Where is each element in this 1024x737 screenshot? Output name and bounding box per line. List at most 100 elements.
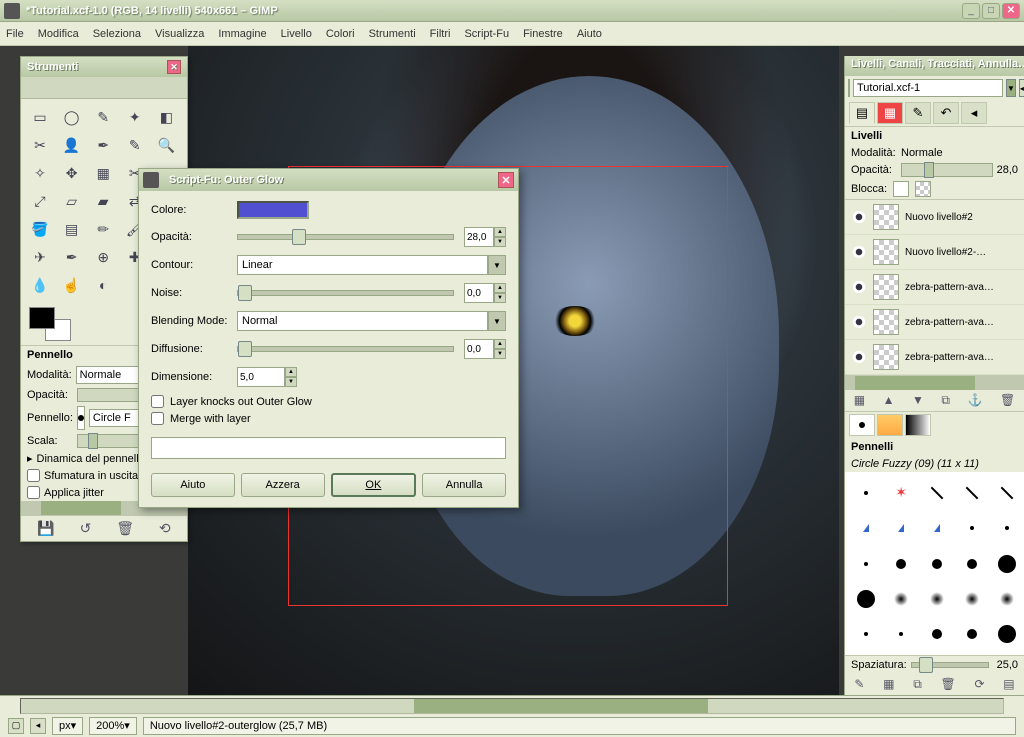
eye-icon[interactable] [851, 211, 867, 223]
smudge-tool[interactable]: ☝ [59, 273, 85, 297]
zoom-selector[interactable]: 200% ▾ [89, 717, 137, 735]
size-input[interactable] [237, 367, 285, 387]
dodge-burn-tool[interactable]: ◐ [90, 273, 116, 297]
menu-filters[interactable]: Filtri [430, 28, 451, 40]
pencil-tool[interactable]: ✏ [90, 217, 116, 241]
menu-tools[interactable]: Strumenti [369, 28, 416, 40]
blur-tool[interactable]: 💧 [27, 273, 53, 297]
brush-cell[interactable] [884, 618, 917, 651]
brush-cell[interactable] [991, 511, 1024, 544]
layer-item[interactable]: Nuovo livello#2 [845, 200, 1024, 235]
brush-cell[interactable] [955, 547, 988, 580]
gradients-tab[interactable] [905, 414, 931, 436]
zoom-tool[interactable]: 🔍 [153, 133, 179, 157]
brush-cell[interactable] [920, 547, 953, 580]
ink-tool[interactable]: ✒ [59, 245, 85, 269]
qmask-toggle[interactable]: ▢ [8, 718, 24, 734]
anchor-layer-icon[interactable]: ⚓ [968, 393, 983, 408]
brush-cell[interactable] [955, 476, 988, 509]
perspective-tool[interactable]: ▰ [90, 189, 116, 213]
save-options-icon[interactable]: 💾 [37, 520, 54, 537]
help-button[interactable]: Aiuto [151, 473, 235, 497]
scissors-tool[interactable]: ✂ [27, 133, 53, 157]
menu-scriptfu[interactable]: Script-Fu [464, 28, 509, 40]
brush-cell[interactable] [920, 476, 953, 509]
bucket-fill-tool[interactable]: 🪣 [27, 217, 53, 241]
menu-view[interactable]: Visualizza [155, 28, 204, 40]
nav-left-icon[interactable]: ◂ [30, 718, 46, 734]
dlg-opacity-input[interactable] [464, 227, 494, 247]
contour-combo[interactable] [237, 255, 488, 275]
new-layer-icon[interactable]: ▦ [854, 393, 865, 408]
dialog-titlebar[interactable]: Script-Fu: Outer Glow ✕ [139, 169, 518, 191]
down-icon[interactable]: ▼ [494, 237, 506, 247]
restore-options-icon[interactable]: ↺ [80, 520, 92, 537]
new-brush-icon[interactable]: ▦ [883, 677, 894, 692]
foreground-select-tool[interactable]: 👤 [59, 133, 85, 157]
brush-cell[interactable] [849, 618, 882, 651]
lock-pixels-checkbox[interactable] [893, 181, 909, 197]
unit-selector[interactable]: px ▾ [52, 717, 83, 735]
brush-cell[interactable] [991, 476, 1024, 509]
align-tool[interactable]: ▦ [90, 161, 116, 185]
brush-cell[interactable] [991, 618, 1024, 651]
fade-checkbox[interactable] [27, 469, 40, 482]
raise-layer-icon[interactable]: ▲ [883, 393, 895, 408]
layer-item[interactable]: zebra-pattern-ava… [845, 270, 1024, 305]
auto-button[interactable]: ◂ [1019, 79, 1024, 97]
chevron-down-icon[interactable]: ▼ [1006, 79, 1016, 97]
brush-cell[interactable] [849, 476, 882, 509]
toolbox-tabs[interactable] [21, 77, 187, 99]
cancel-button[interactable]: Annulla [422, 473, 506, 497]
delete-options-icon[interactable]: 🗑 [116, 520, 134, 537]
spacing-slider[interactable] [911, 662, 989, 668]
brush-cell[interactable] [884, 511, 917, 544]
menu-colors[interactable]: Colori [326, 28, 355, 40]
color-picker-tool[interactable]: ✎ [122, 133, 148, 157]
shear-tool[interactable]: ▱ [59, 189, 85, 213]
noise-input[interactable] [464, 283, 494, 303]
layers-tab[interactable]: ▤ [849, 102, 875, 124]
channels-tab[interactable]: ▦ [877, 102, 903, 124]
dialog-close-button[interactable]: ✕ [498, 172, 514, 188]
reset-button[interactable]: Azzera [241, 473, 325, 497]
menu-file[interactable]: File [6, 28, 24, 40]
rect-select-tool[interactable]: ▭ [27, 105, 53, 129]
patterns-tab[interactable] [877, 414, 903, 436]
brush-preview[interactable] [77, 406, 85, 430]
menu-layer[interactable]: Livello [281, 28, 312, 40]
brush-cell[interactable]: ✶ [884, 476, 917, 509]
brush-cell[interactable] [920, 618, 953, 651]
scale-tool[interactable]: ⤢ [27, 189, 53, 213]
brush-cell[interactable] [849, 511, 882, 544]
lock-alpha-checkbox[interactable] [915, 181, 931, 197]
clone-tool[interactable]: ⊕ [90, 245, 116, 269]
duplicate-brush-icon[interactable]: ⧉ [913, 677, 922, 692]
diffusion-slider[interactable] [237, 346, 454, 352]
menu-edit[interactable]: Modifica [38, 28, 79, 40]
paths-tab[interactable]: ✎ [905, 102, 931, 124]
knockout-checkbox[interactable] [151, 395, 164, 408]
layer-item[interactable]: zebra-pattern-ava… [845, 340, 1024, 375]
brush-cell[interactable] [849, 547, 882, 580]
up-icon[interactable]: ▲ [494, 227, 506, 237]
chevron-down-icon[interactable]: ▼ [488, 255, 506, 275]
menu-select[interactable]: Seleziona [93, 28, 141, 40]
move-tool[interactable]: ✥ [59, 161, 85, 185]
delete-brush-icon[interactable]: 🗑 [941, 677, 956, 692]
brush-cell[interactable] [849, 582, 882, 615]
tab-menu-icon[interactable]: ◂ [961, 102, 987, 124]
merge-checkbox[interactable] [151, 412, 164, 425]
paths-tool[interactable]: ✒ [90, 133, 116, 157]
brush-cell[interactable] [884, 582, 917, 615]
refresh-brushes-icon[interactable]: ⟳ [974, 677, 984, 692]
image-selector[interactable] [853, 79, 1003, 97]
maximize-button[interactable]: □ [982, 3, 1000, 19]
ellipse-select-tool[interactable]: ◯ [59, 105, 85, 129]
brush-cell[interactable] [920, 582, 953, 615]
blend-tool[interactable]: ▤ [59, 217, 85, 241]
brush-cell[interactable] [884, 547, 917, 580]
layer-list-hscroll[interactable] [845, 376, 1024, 390]
brush-cell[interactable] [991, 582, 1024, 615]
blend-combo[interactable] [237, 311, 488, 331]
